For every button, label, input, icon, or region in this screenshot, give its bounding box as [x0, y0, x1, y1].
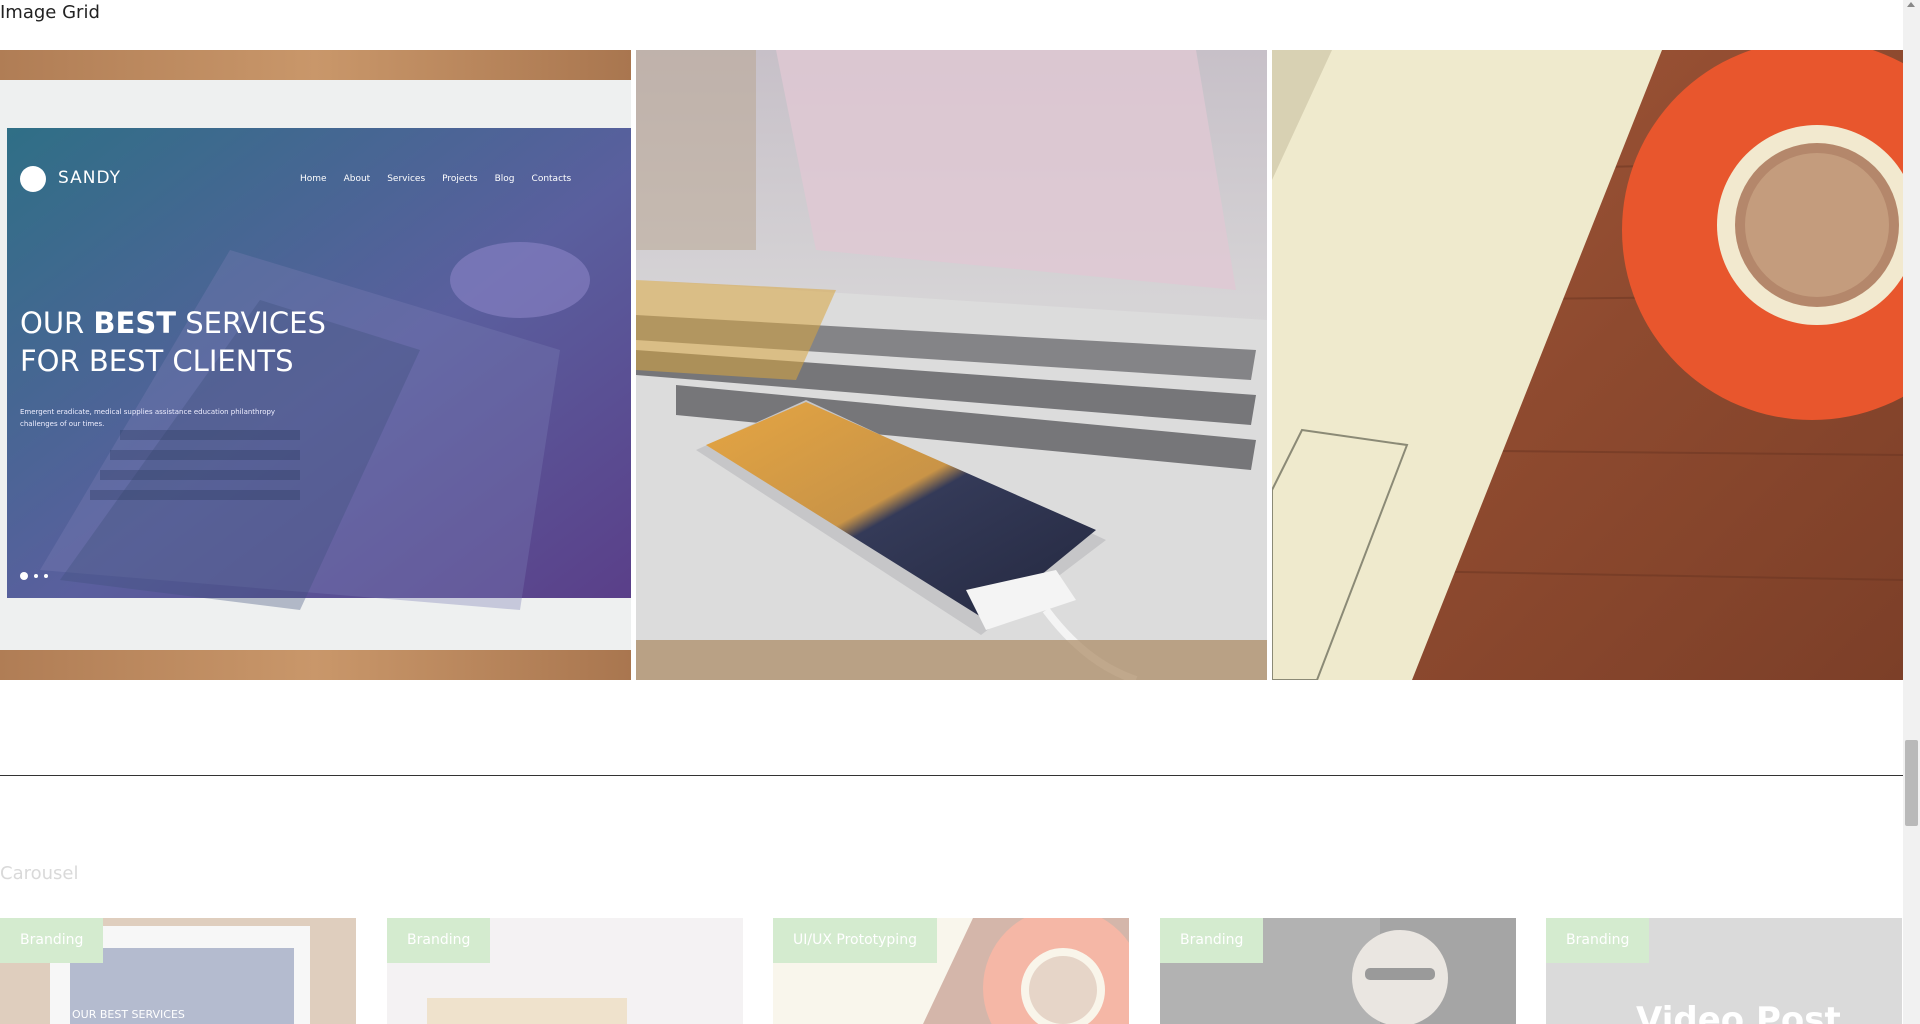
carousel-card-1[interactable]: OUR BEST SERVICES Branding — [0, 918, 356, 1024]
sandy-nav-blog: Blog — [494, 174, 515, 184]
sandy-nav-projects: Projects — [442, 174, 478, 184]
laptop-coffee-image — [1272, 50, 1903, 680]
carousel-card-5[interactable]: Video Post Branding — [1546, 918, 1902, 1024]
laptop-smartphone-image — [636, 50, 1267, 680]
sandy-slider-dots — [20, 572, 48, 580]
sandy-headline-bold: BEST — [93, 306, 177, 340]
category-badge[interactable]: Branding — [387, 918, 491, 963]
carousel-title: Carousel — [0, 863, 79, 884]
category-badge[interactable]: Branding — [1160, 918, 1264, 963]
sandy-headline-prefix: OUR — [20, 306, 94, 340]
category-badge[interactable]: Branding — [1546, 918, 1650, 963]
grid-image-1[interactable]: SANDY Home About Services Projects Blog … — [0, 50, 631, 680]
sandy-nav-home: Home — [300, 174, 327, 184]
page: Image Grid SANDY Home About Services Pro… — [0, 0, 1903, 1024]
sandy-headline-suffix: SERVICES — [176, 306, 326, 340]
carousel: OUR BEST SERVICES Branding Branding UI/U… — [0, 918, 1903, 1024]
grid-image-2[interactable] — [636, 50, 1267, 680]
slider-dot-active — [20, 572, 28, 580]
category-badge[interactable]: Branding — [0, 918, 104, 963]
slider-dot — [34, 574, 38, 578]
section-divider — [0, 775, 1903, 776]
sandy-headline: OUR BEST SERVICES FOR BEST CLIENTS — [20, 304, 326, 380]
image-grid-title: Image Grid — [0, 2, 100, 23]
grid-image-3[interactable] — [1272, 50, 1903, 680]
video-post-title: Video Post — [1636, 1000, 1841, 1024]
scroll-up-arrow-icon[interactable] — [1907, 2, 1915, 7]
carousel-card-1-caption: OUR BEST SERVICES — [72, 1008, 185, 1021]
category-badge[interactable]: UI/UX Prototyping — [773, 918, 937, 963]
slider-dot — [44, 574, 48, 578]
sandy-headline-line2: FOR BEST CLIENTS — [20, 344, 294, 378]
sandy-nav-services: Services — [387, 174, 426, 184]
vertical-scrollbar[interactable] — [1903, 0, 1920, 1024]
scrollbar-thumb[interactable] — [1905, 740, 1918, 826]
sandy-nav-about: About — [343, 174, 371, 184]
image-grid: SANDY Home About Services Projects Blog … — [0, 50, 1903, 680]
carousel-card-4[interactable]: Branding — [1160, 918, 1516, 1024]
sandy-nav-contacts: Contacts — [531, 174, 572, 184]
carousel-card-3[interactable]: UI/UX Prototyping — [773, 918, 1129, 1024]
sandy-nav: Home About Services Projects Blog Contac… — [300, 174, 571, 184]
sandy-body-line-1: Emergent eradicate, medical supplies ass… — [20, 408, 276, 416]
sandy-body-line-2: challenges of our times. — [20, 420, 105, 428]
carousel-card-2[interactable]: Branding — [387, 918, 743, 1024]
sandy-logo-icon — [20, 166, 46, 192]
sandy-brand: SANDY — [58, 168, 121, 188]
sandy-body-text: Emergent eradicate, medical supplies ass… — [20, 406, 290, 430]
